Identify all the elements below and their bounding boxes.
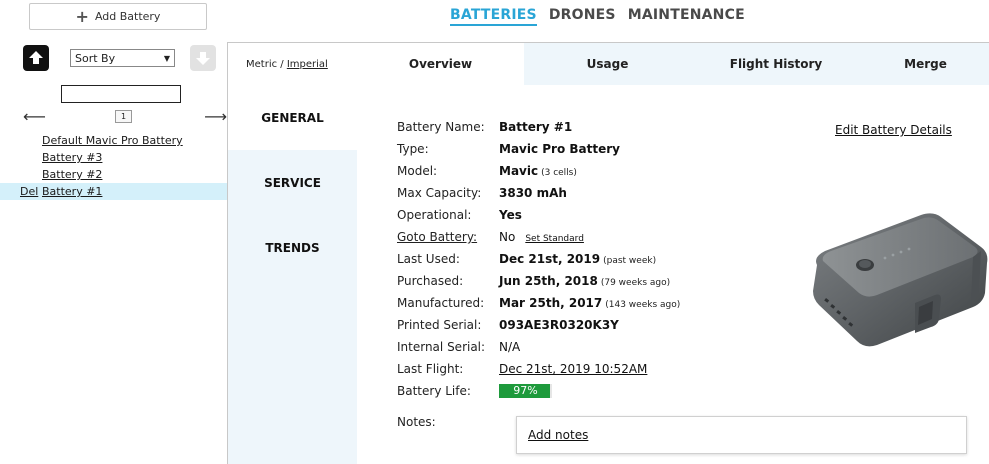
- last-used-note: (past week): [603, 256, 657, 266]
- manufactured-value: Mar 25th, 2017 (143 weeks ago): [499, 292, 680, 316]
- main-panel: Metric / Imperial Overview Usage Flight …: [227, 42, 989, 464]
- arrow-left-icon[interactable]: ⟵: [23, 107, 46, 126]
- sort-by-label: Sort By: [75, 51, 116, 65]
- battery-life-value: 97%: [513, 384, 538, 397]
- manufactured-date: Mar 25th, 2017: [499, 296, 603, 310]
- arrow-down-icon: [196, 52, 210, 65]
- move-up-button[interactable]: [23, 45, 49, 71]
- goto-battery-link[interactable]: Goto Battery:: [397, 226, 507, 248]
- chevron-down-icon: ▼: [163, 53, 170, 63]
- plus-icon: +: [75, 6, 89, 26]
- nav-maintenance[interactable]: MAINTENANCE: [628, 7, 745, 26]
- last-used-value: Dec 21st, 2019 (past week): [499, 248, 656, 272]
- internal-serial-value: N/A: [499, 340, 521, 354]
- detail-label: Purchased:: [397, 274, 464, 288]
- tab-merge[interactable]: Merge: [861, 43, 989, 85]
- arrow-up-icon: [29, 51, 43, 64]
- operational-value: Yes: [499, 208, 522, 222]
- list-item[interactable]: Default Mavic Pro Battery: [0, 132, 227, 149]
- set-standard-link[interactable]: Set Standard: [525, 234, 584, 244]
- tab-flight-history[interactable]: Flight History: [691, 43, 861, 85]
- battery-link[interactable]: Battery #1: [42, 183, 102, 200]
- purchased-value: Jun 25th, 2018 (79 weeks ago): [499, 270, 670, 294]
- goto-status: No: [499, 230, 516, 244]
- manufactured-note: (143 weeks ago): [605, 300, 681, 310]
- pagination: ⟵ 1 ⟶: [23, 107, 227, 127]
- list-item-selected[interactable]: Del Battery #1: [0, 183, 227, 200]
- model-cells-note: (3 cells): [541, 168, 577, 178]
- model-value: Mavic (3 cells): [499, 160, 577, 184]
- add-battery-button[interactable]: + Add Battery: [29, 3, 207, 30]
- detail-label: Battery Name:: [397, 120, 485, 134]
- goto-value: No Set Standard: [499, 226, 584, 250]
- list-item[interactable]: Battery #2: [0, 166, 227, 183]
- notes-label: Notes:: [397, 415, 436, 429]
- battery-link[interactable]: Battery #2: [42, 166, 102, 183]
- detail-label: Manufactured:: [397, 296, 485, 310]
- top-nav: BATTERIES DRONES MAINTENANCE: [450, 7, 745, 26]
- arrow-right-icon[interactable]: ⟶: [204, 107, 227, 126]
- detail-label: Internal Serial:: [397, 340, 486, 354]
- purchased-date: Jun 25th, 2018: [499, 274, 598, 288]
- detail-label: Last Used:: [397, 252, 460, 266]
- side-menu: GENERAL SERVICE TRENDS: [228, 85, 357, 464]
- detail-label: Max Capacity:: [397, 186, 482, 200]
- sort-by-select[interactable]: Sort By ▼: [70, 49, 175, 67]
- battery-life-bar: 97%: [499, 384, 552, 398]
- model-name: Mavic: [499, 164, 539, 178]
- detail-label: Battery Life:: [397, 384, 471, 398]
- last-used-date: Dec 21st, 2019: [499, 252, 601, 266]
- nav-batteries[interactable]: BATTERIES: [450, 7, 537, 26]
- notes-box[interactable]: Add notes: [516, 416, 967, 454]
- capacity-value: 3830 mAh: [499, 186, 567, 200]
- page-number[interactable]: 1: [115, 110, 132, 123]
- units-toggle: Metric / Imperial: [246, 59, 328, 70]
- side-menu-trends[interactable]: TRENDS: [228, 215, 357, 280]
- purchased-note: (79 weeks ago): [600, 278, 671, 288]
- metric-label: Metric /: [246, 59, 287, 70]
- battery-link[interactable]: Default Mavic Pro Battery: [42, 132, 183, 149]
- detail-label: Type:: [397, 142, 429, 156]
- edit-battery-details-link[interactable]: Edit Battery Details: [835, 123, 952, 137]
- battery-name-value: Battery #1: [499, 120, 573, 134]
- side-menu-service[interactable]: SERVICE: [228, 150, 357, 215]
- detail-label: Last Flight:: [397, 362, 464, 376]
- detail-label: Operational:: [397, 208, 472, 222]
- filter-input[interactable]: [61, 85, 181, 103]
- last-flight-link[interactable]: Dec 21st, 2019 10:52AM: [499, 358, 647, 380]
- overview-content: Battery Name: Battery #1 Type: Mavic Pro…: [357, 85, 989, 464]
- tab-bar: Overview Usage Flight History Merge: [357, 43, 989, 85]
- delete-link[interactable]: Del: [20, 183, 38, 200]
- tab-usage[interactable]: Usage: [524, 43, 691, 85]
- battery-image: [813, 213, 988, 347]
- tab-overview[interactable]: Overview: [357, 43, 524, 85]
- detail-label: Model:: [397, 164, 438, 178]
- move-down-button[interactable]: [190, 45, 216, 71]
- type-value: Mavic Pro Battery: [499, 142, 620, 156]
- battery-list: Default Mavic Pro Battery Battery #3 Bat…: [0, 132, 227, 200]
- battery-link[interactable]: Battery #3: [42, 149, 102, 166]
- imperial-link[interactable]: Imperial: [287, 59, 328, 70]
- nav-drones[interactable]: DRONES: [549, 7, 616, 26]
- add-notes-link[interactable]: Add notes: [528, 428, 588, 442]
- side-menu-general[interactable]: GENERAL: [228, 85, 357, 150]
- list-item[interactable]: Battery #3: [0, 149, 227, 166]
- add-battery-label: Add Battery: [94, 10, 161, 23]
- detail-label: Printed Serial:: [397, 318, 482, 332]
- printed-serial-value: 093AE3R0320K3Y: [499, 318, 619, 332]
